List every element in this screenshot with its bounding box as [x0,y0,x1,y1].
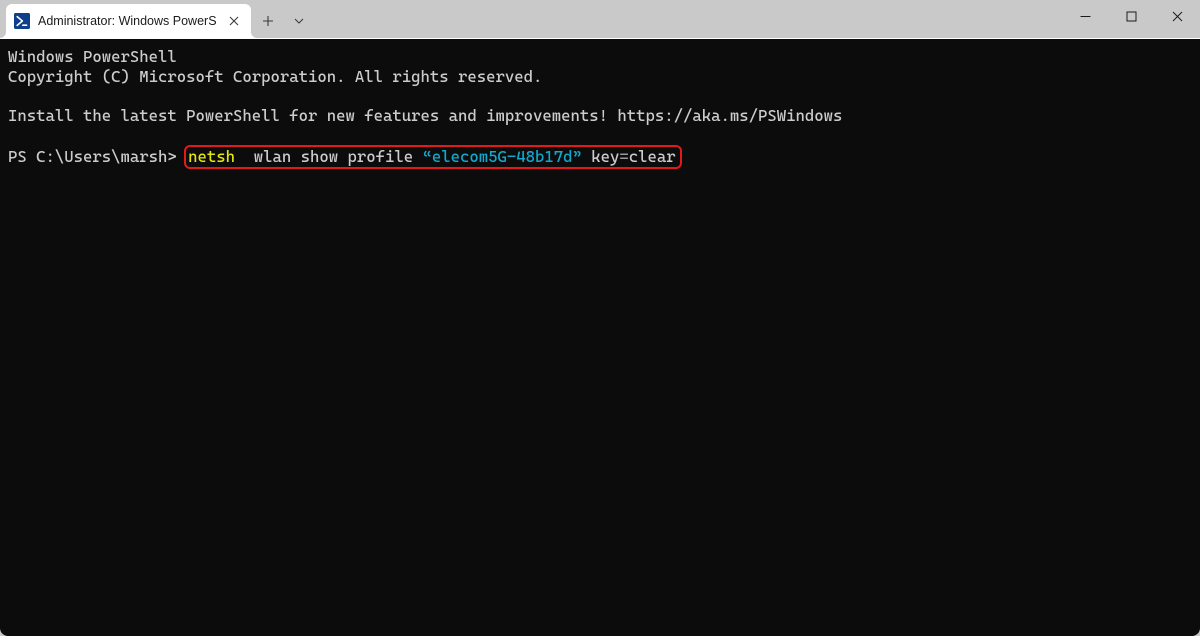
terminal-output[interactable]: Windows PowerShell Copyright (C) Microso… [0,38,1200,636]
titlebar[interactable]: Administrator: Windows PowerS [0,0,1200,38]
minimize-button[interactable] [1062,0,1108,32]
plus-icon [262,15,274,27]
window: Administrator: Windows PowerS Windows Po… [0,0,1200,636]
cmd-token: clear [629,147,676,166]
new-tab-dropdown[interactable] [285,4,313,38]
cmd-token: = [619,147,628,166]
output-line: Install the latest PowerShell for new fe… [8,106,842,125]
minimize-icon [1080,11,1091,22]
maximize-button[interactable] [1108,0,1154,32]
close-window-button[interactable] [1154,0,1200,32]
tab-title: Administrator: Windows PowerS [38,14,217,28]
close-icon [229,16,239,26]
output-line: Copyright (C) Microsoft Corporation. All… [8,67,542,86]
prompt: PS C:\Users\marsh> [8,147,186,166]
close-icon [1172,11,1183,22]
cmd-token: wlan show profile [235,147,423,166]
output-line: Windows PowerShell [8,47,177,66]
window-controls [1062,0,1200,38]
chevron-down-icon [294,16,304,26]
powershell-icon [14,13,30,29]
tab-powershell[interactable]: Administrator: Windows PowerS [6,4,251,38]
cmd-token: key [582,147,620,166]
command-highlight: netsh wlan show profile “elecom5G-48b17d… [184,145,682,170]
cmd-token: “elecom5G-48b17d” [423,147,582,166]
close-tab-button[interactable] [225,12,243,30]
maximize-icon [1126,11,1137,22]
cmd-token: netsh [188,147,235,166]
